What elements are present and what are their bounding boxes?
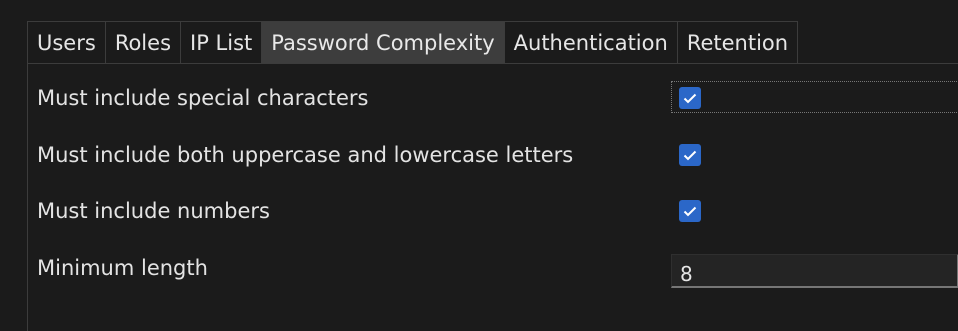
special-characters-label: Must include special characters <box>37 86 369 110</box>
tab-users[interactable]: Users <box>28 22 106 64</box>
tab-roles[interactable]: Roles <box>105 22 182 64</box>
numbers-label: Must include numbers <box>37 199 270 223</box>
password-complexity-panel: Must include special characters Must inc… <box>27 63 958 331</box>
mixed-case-label: Must include both uppercase and lowercas… <box>37 143 574 167</box>
tab-ip-list[interactable]: IP List <box>181 22 263 64</box>
special-characters-checkbox[interactable] <box>679 87 701 109</box>
minimum-length-input[interactable] <box>671 254 958 288</box>
minimum-length-label: Minimum length <box>37 256 208 280</box>
password-settings-window: Users Roles IP List Password Complexity … <box>0 0 958 331</box>
tab-strip: Users Roles IP List Password Complexity … <box>27 21 799 64</box>
numbers-checkbox[interactable] <box>679 200 701 222</box>
checkmark-icon <box>683 206 697 216</box>
tab-password-complexity[interactable]: Password Complexity <box>262 22 505 64</box>
focus-indicator <box>671 81 958 113</box>
tab-authentication[interactable]: Authentication <box>504 22 678 64</box>
mixed-case-checkbox[interactable] <box>679 144 701 166</box>
checkmark-icon <box>683 150 697 160</box>
checkmark-icon <box>683 93 697 103</box>
tab-retention[interactable]: Retention <box>677 22 799 64</box>
